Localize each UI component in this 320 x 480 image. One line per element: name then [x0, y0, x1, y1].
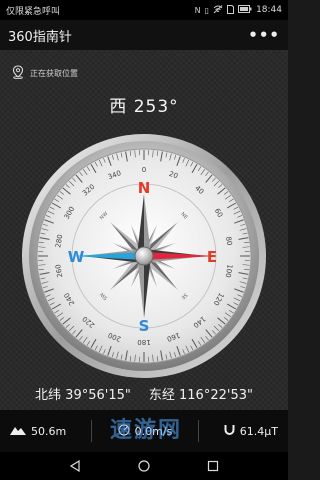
speed-icon: [118, 424, 130, 439]
degree-number: 80: [224, 236, 233, 246]
latitude-value: 39°56'15": [65, 388, 131, 403]
latitude-label: 北纬: [35, 388, 62, 403]
speed-value: 0.0m/s: [134, 424, 173, 438]
compass-dial[interactable]: 0 20 40 60 80 100 120 140 160 180 200 220 240 260 280 3…: [20, 132, 268, 380]
recents-icon[interactable]: [207, 457, 219, 476]
altitude-item: 50.6m: [10, 425, 66, 438]
latitude: 北纬 39°56'15": [35, 384, 131, 403]
heading-readout: 西 253°: [0, 92, 288, 117]
sensor-bar: 50.6m 0.0m/s 61.4μT: [0, 410, 288, 452]
altitude-value: 50.6m: [31, 424, 67, 438]
speed-item: 0.0m/s: [118, 424, 173, 439]
sim-icon: [227, 4, 235, 16]
degree-number: 0: [142, 166, 146, 174]
cardinal-n: N: [138, 179, 151, 197]
cardinal-e: E: [207, 248, 217, 266]
longitude-value: 116°22'53": [179, 388, 253, 403]
heading-direction: 西: [109, 97, 128, 117]
compass-screen: 正在获取位置 西 253° 0 20 40 60 80 100 120 140 …: [0, 50, 288, 410]
app-title: 360指南针: [8, 29, 72, 45]
magnetic-value: 61.4μT: [239, 424, 278, 438]
longitude-label: 东经: [148, 388, 175, 403]
divider: [91, 420, 93, 442]
coordinates-row: 北纬 39°56'15" 东经 116°22'53": [0, 384, 288, 403]
back-icon[interactable]: [69, 457, 81, 476]
system-nav-bar: [0, 452, 288, 480]
nfc-icon: N: [194, 5, 201, 15]
heading-degrees: 253°: [133, 97, 179, 117]
carrier-status: 仅限紧急呼叫: [6, 6, 61, 17]
app-bar: 360指南针 •••: [0, 20, 288, 50]
mountain-icon: [10, 425, 26, 438]
status-icons: N ▯ 18:44: [194, 4, 282, 16]
location-status[interactable]: 正在获取位置: [12, 64, 78, 83]
status-bar: 仅限紧急呼叫 N ▯ 18:44: [0, 0, 288, 20]
cardinal-w: W: [68, 248, 85, 266]
cardinal-s: S: [139, 317, 150, 335]
divider: [197, 420, 199, 442]
location-status-text: 正在获取位置: [30, 69, 78, 78]
wifi-off-icon: [213, 4, 223, 16]
battery-icon: [238, 5, 252, 15]
home-icon[interactable]: [138, 457, 150, 476]
vibrate-icon: ▯: [204, 5, 210, 15]
magnet-icon: [224, 424, 235, 439]
clock: 18:44: [256, 5, 282, 15]
longitude: 东经 116°22'53": [149, 384, 253, 403]
needle-hub: [134, 246, 154, 266]
location-pin-icon: [12, 64, 24, 83]
magnetic-item: 61.4μT: [224, 424, 278, 439]
more-dots-icon[interactable]: •••: [248, 26, 280, 44]
compass-graphic: 0 204060801001201401601802002202402602803…: [22, 134, 266, 378]
degree-number: 180: [137, 338, 150, 346]
